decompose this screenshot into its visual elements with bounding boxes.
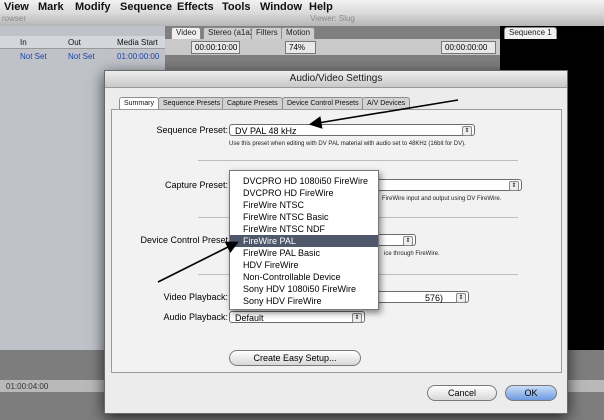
arrow-to-firewire-pal (157, 241, 239, 283)
annotation-arrows (157, 99, 459, 283)
arrow-to-sequence-preset (308, 99, 459, 129)
